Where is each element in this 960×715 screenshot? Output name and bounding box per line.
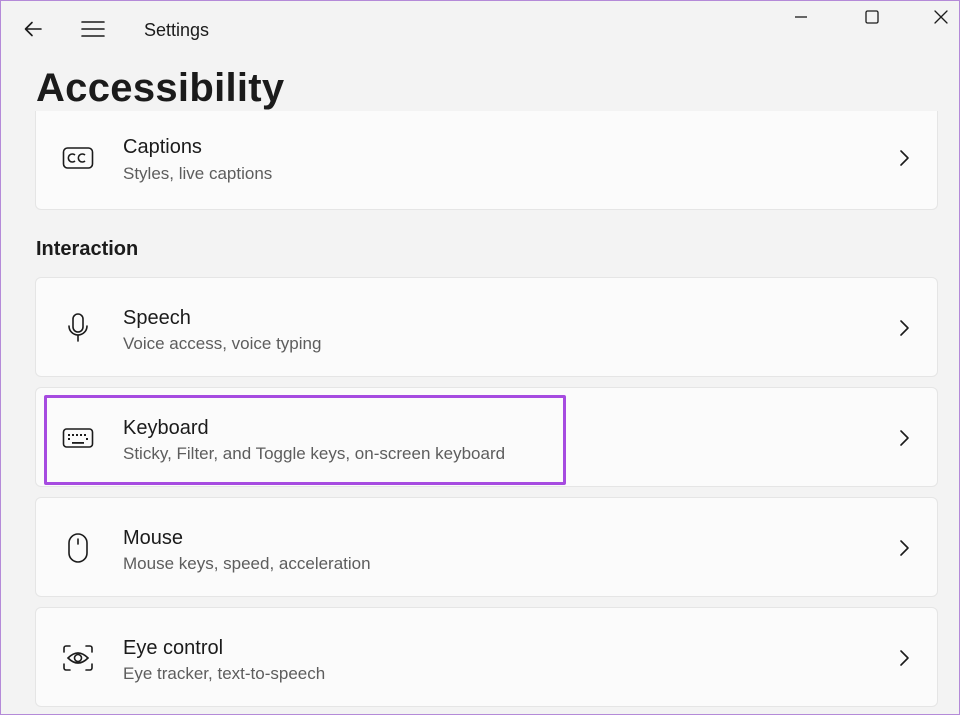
item-subtitle: Styles, live captions — [123, 164, 273, 183]
settings-item-mouse[interactable]: Mouse Mouse keys, speed, acceleration — [35, 497, 938, 597]
close-button[interactable] — [926, 4, 956, 30]
chevron-right-icon — [894, 538, 914, 558]
settings-item-speech[interactable]: Speech Voice access, voice typing — [35, 277, 938, 377]
item-title: Mouse — [123, 527, 184, 549]
item-subtitle: Eye tracker, text-to-speech — [123, 664, 326, 683]
maximize-button[interactable] — [857, 4, 887, 30]
close-icon — [934, 10, 948, 24]
navigation-menu-button[interactable] — [78, 14, 108, 44]
minimize-button[interactable] — [786, 4, 816, 30]
cc-icon — [62, 142, 94, 174]
page-title: Accessibility — [36, 66, 285, 110]
back-button[interactable] — [18, 14, 48, 44]
item-title: Captions — [123, 136, 202, 158]
item-subtitle: Voice access, voice typing — [123, 334, 322, 353]
hamburger-menu-icon — [81, 21, 105, 37]
settings-item-eye-control[interactable]: Eye control Eye tracker, text-to-speech — [35, 607, 938, 707]
mouse-icon — [62, 532, 94, 564]
section-header-interaction: Interaction — [36, 238, 139, 260]
title-bar: Settings — [0, 0, 960, 60]
maximize-icon — [865, 10, 879, 24]
chevron-right-icon — [894, 648, 914, 668]
chevron-right-icon — [894, 428, 914, 448]
app-title: Settings — [144, 20, 210, 40]
item-title: Speech — [123, 307, 191, 329]
microphone-icon — [62, 312, 94, 344]
item-title: Eye control — [123, 637, 224, 659]
eye-tracker-icon — [62, 642, 94, 674]
chevron-right-icon — [894, 318, 914, 338]
settings-item-captions[interactable]: Captions Styles, live captions — [35, 111, 938, 210]
minimize-icon — [795, 16, 807, 18]
back-arrow-icon — [24, 21, 42, 37]
highlight-box-keyboard — [44, 395, 566, 485]
item-subtitle: Mouse keys, speed, acceleration — [123, 554, 371, 573]
chevron-right-icon — [894, 148, 914, 168]
